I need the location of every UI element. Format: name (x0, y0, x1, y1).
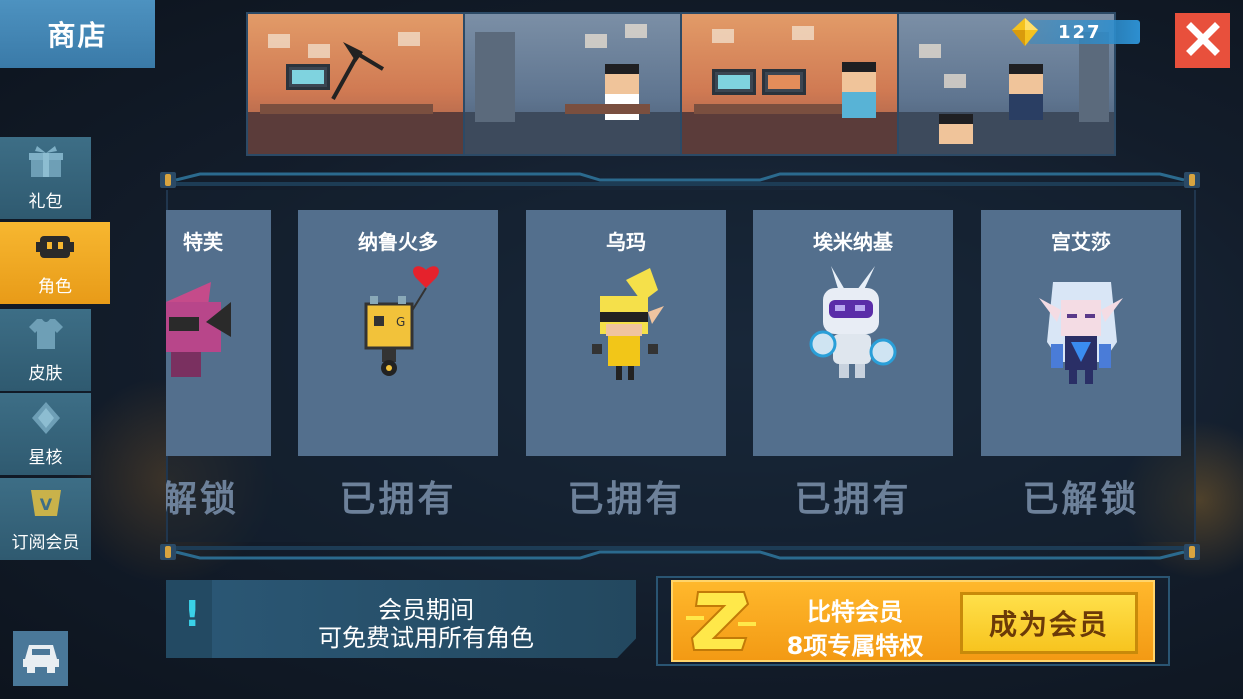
character-portrait (809, 266, 897, 378)
sidebar-item-label: 订阅会员 (11, 533, 80, 553)
character-card[interactable]: 埃米纳基 (753, 210, 953, 456)
character-status: 已解锁 (1022, 479, 1140, 520)
panel-frame-top (160, 172, 1200, 188)
sidebar-item-gift[interactable]: 礼包 (0, 137, 91, 219)
sidebar-item-character[interactable]: 角色 (0, 222, 110, 304)
member-trial-info: ! 会员期间 可免费试用所有角色 (166, 580, 636, 658)
character-status: 解锁 (166, 479, 240, 520)
character-face-icon (36, 230, 74, 264)
character-status: 已拥有 (794, 479, 912, 520)
banner-scene (682, 14, 899, 154)
sidebar-item-subscription[interactable]: V 订阅会员 (0, 478, 91, 560)
gem-icon (1010, 17, 1040, 47)
character-card[interactable]: 宫艾莎 (981, 210, 1181, 456)
banner-scene (248, 14, 465, 154)
character-card[interactable]: 纳鲁火多 G (298, 210, 498, 456)
character-carousel[interactable]: 特芙 解锁 纳鲁火多 G 已拥有 乌玛 已拥有 埃米纳基 已拥有 宫艾莎 已解锁 (166, 190, 1196, 542)
member-info-line2: 可免费试用所有角色 (318, 624, 534, 652)
sidebar-item-label: 礼包 (28, 192, 63, 212)
svg-text:G: G (396, 315, 405, 329)
character-card[interactable]: 特芙 (166, 210, 271, 456)
character-portrait (1039, 282, 1123, 384)
close-button[interactable] (1175, 13, 1230, 68)
shirt-icon (27, 317, 65, 351)
character-name: 宫艾莎 (1051, 230, 1111, 254)
star-core-icon (27, 401, 65, 435)
sidebar-item-label: 星核 (28, 448, 63, 468)
exclamation-icon: ! (184, 594, 201, 635)
vehicle-button[interactable] (13, 631, 68, 686)
character-name: 乌玛 (606, 230, 646, 254)
become-member-button[interactable]: 成为会员 (960, 592, 1138, 654)
sidebar-item-label: 皮肤 (28, 364, 63, 384)
character-name: 特芙 (183, 230, 223, 254)
vip-subtitle: 8项专属特权 (786, 632, 924, 660)
promo-banner[interactable] (246, 12, 1116, 156)
svg-text:V: V (39, 495, 52, 514)
gem-counter: 127 (1010, 17, 1140, 47)
sidebar-item-star-core[interactable]: 星核 (0, 393, 91, 475)
character-portrait (592, 268, 664, 380)
bit-vip-logo-icon (684, 588, 758, 654)
character-portrait (166, 282, 231, 377)
panel-frame-bottom (160, 544, 1200, 560)
sidebar-item-label: 角色 (38, 277, 72, 297)
gift-icon (27, 145, 65, 179)
character-name: 纳鲁火多 (358, 230, 438, 254)
character-portrait: G (364, 266, 439, 376)
vip-badge-icon: V (27, 486, 65, 520)
banner-scene (465, 14, 682, 154)
close-icon (1185, 21, 1220, 60)
car-icon (21, 639, 61, 679)
gem-count: 127 (1058, 22, 1102, 43)
sidebar-item-skin[interactable]: 皮肤 (0, 309, 91, 391)
vip-title: 比特会员 (807, 598, 903, 626)
character-card[interactable]: 乌玛 (526, 210, 726, 456)
character-status: 已拥有 (339, 479, 457, 520)
character-status: 已拥有 (567, 479, 685, 520)
shop-title: 商店 (0, 0, 155, 68)
character-name: 埃米纳基 (813, 230, 893, 254)
